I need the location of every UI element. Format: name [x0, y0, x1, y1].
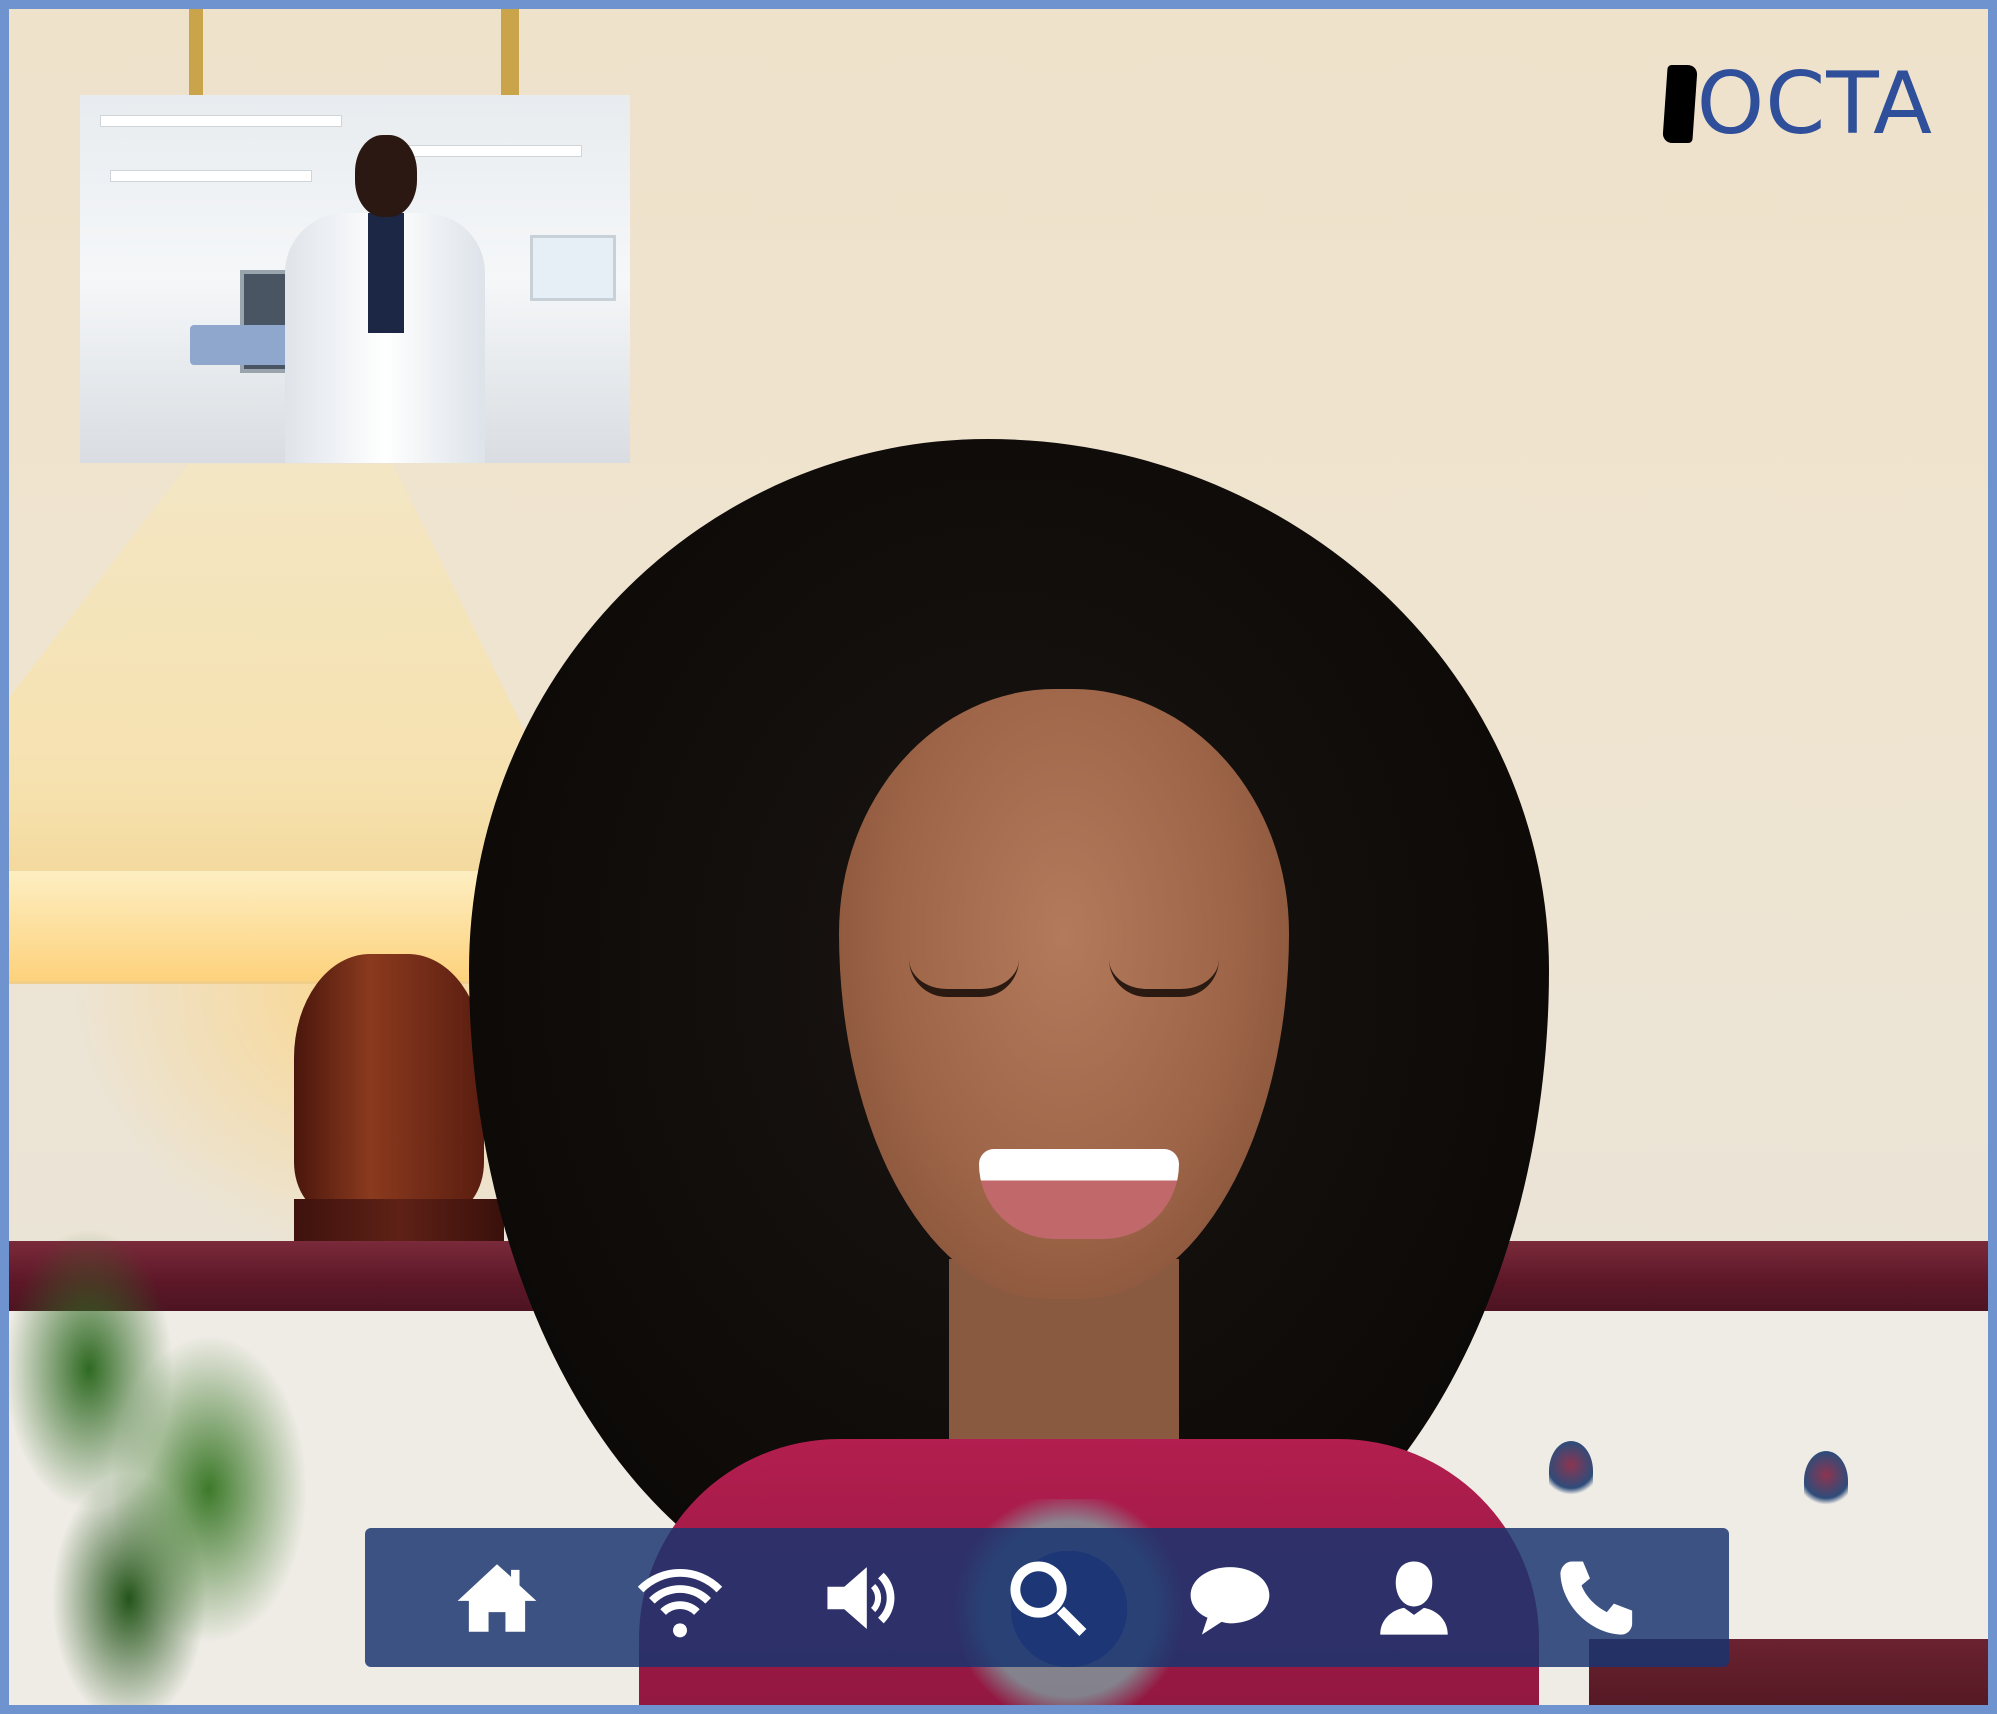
ceiling-light: [110, 170, 312, 182]
logo-text: OCTA: [1696, 54, 1933, 154]
octa-logo: OCTA: [1661, 54, 1933, 154]
chat-icon: [1191, 1566, 1270, 1635]
wifi-button[interactable]: [625, 1543, 735, 1653]
doctor-head: [355, 135, 417, 217]
contacts-button[interactable]: [1359, 1543, 1469, 1653]
wallpaper-motif: [1804, 1451, 1848, 1511]
call-toolbar: [365, 1528, 1729, 1667]
user-icon: [1380, 1560, 1448, 1635]
fern-plant: [9, 1169, 339, 1705]
phone-icon: [1560, 1560, 1633, 1635]
pip-video-feed[interactable]: [80, 95, 630, 463]
remote-participant: [389, 439, 1689, 1705]
participant-smile: [979, 1149, 1179, 1239]
participant-eye-left: [909, 959, 1019, 997]
doctor-shirt: [368, 213, 404, 333]
search-button[interactable]: [992, 1543, 1102, 1653]
call-button[interactable]: [1542, 1543, 1652, 1653]
ceiling-light: [100, 115, 342, 127]
room-window: [530, 235, 616, 301]
volume-icon: [826, 1566, 894, 1629]
logo-mark-icon: [1661, 65, 1698, 143]
video-call-window: OCTA: [0, 0, 1997, 1714]
volume-button[interactable]: [809, 1543, 919, 1653]
chat-button[interactable]: [1175, 1543, 1285, 1653]
wifi-icon: [637, 1568, 723, 1637]
participant-eye-right: [1109, 959, 1219, 997]
home-button[interactable]: [442, 1543, 552, 1653]
wall-picture-frame: [189, 9, 519, 109]
home-icon: [457, 1563, 537, 1632]
search-icon: [1010, 1560, 1087, 1636]
